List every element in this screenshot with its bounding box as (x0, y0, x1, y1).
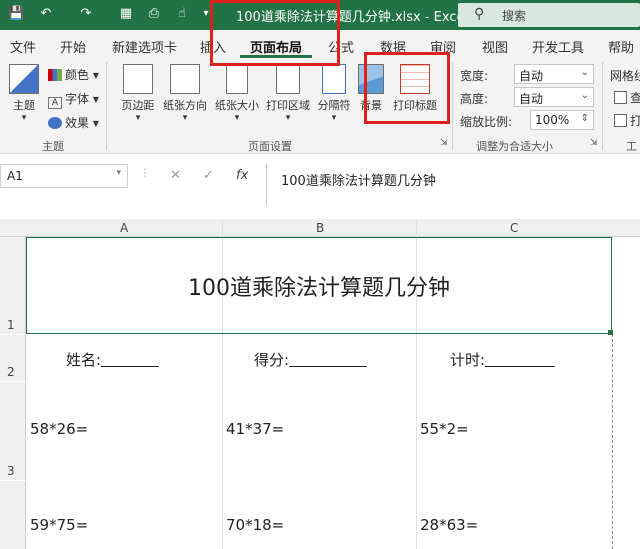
problem-cell[interactable]: 28*63= (420, 516, 478, 534)
page-setup-group-label: 页面设置 (248, 140, 292, 153)
group-separator (602, 62, 603, 150)
gridlines-label: 网格线 (610, 69, 640, 83)
column-header-b[interactable]: B (316, 221, 324, 235)
row-header-3[interactable]: 3 (0, 382, 26, 480)
problem-cell[interactable]: 70*18= (226, 516, 284, 534)
print-area-icon (276, 64, 300, 94)
print-area-button[interactable]: 打印区域 ▾ (264, 64, 312, 123)
search-icon: ⚲ (474, 6, 485, 22)
column-header-c[interactable]: C (510, 221, 518, 235)
undo-icon[interactable]: ↶ (38, 6, 54, 22)
size-icon (226, 64, 248, 94)
effects-button[interactable]: 效果 ▾ (48, 114, 99, 131)
tab-new-tab[interactable]: 新建选项卡 (112, 37, 177, 56)
gridlines-print-label: 打 (630, 114, 640, 128)
time-field[interactable]: 计时: (450, 349, 556, 370)
width-dropdown[interactable]: 自动 ⌄ (514, 64, 594, 84)
page-break-line (612, 334, 613, 549)
gridlines-print-checkbox[interactable] (614, 114, 627, 127)
tab-developer[interactable]: 开发工具 (532, 37, 584, 56)
problem-cell[interactable]: 41*37= (226, 420, 284, 438)
row-header-1[interactable]: 1 (0, 237, 26, 334)
score-field[interactable]: 得分: (254, 349, 368, 370)
margins-icon (123, 64, 153, 94)
breaks-icon (322, 64, 346, 94)
group-separator (106, 62, 107, 150)
chevron-down-icon: ⌄ (580, 90, 589, 101)
search-placeholder: 搜索 (502, 9, 527, 23)
redo-icon[interactable]: ↷ (78, 6, 94, 22)
themes-label: 主题 (13, 99, 35, 112)
gridlines-view-checkbox[interactable] (614, 91, 627, 104)
form-icon[interactable]: ▦ (118, 6, 134, 22)
formula-input[interactable]: 100道乘除法计算题几分钟 (266, 164, 640, 206)
tab-help[interactable]: 帮助 (608, 37, 634, 56)
orientation-icon (170, 64, 200, 94)
tab-home[interactable]: 开始 (60, 37, 86, 56)
group-separator (452, 62, 453, 150)
highlight-print-titles (364, 52, 450, 124)
column-headers: A B C (0, 219, 640, 237)
scale-group-label: 调整为合适大小 (476, 140, 553, 153)
size-button[interactable]: 纸张大小 ▾ (212, 64, 262, 123)
scale-input[interactable]: 100% ⇕ (530, 110, 594, 130)
highlight-page-layout (210, 0, 340, 66)
height-dropdown[interactable]: 自动 ⌄ (514, 87, 594, 107)
name-field[interactable]: 姓名: (66, 349, 160, 370)
gridlines-view-label: 查 (630, 91, 640, 105)
formula-bar: A1 ▾ ⋮ ✕ ✓ fx 100道乘除法计算题几分钟 (0, 160, 640, 206)
themes-button[interactable]: 主题 ▾ (6, 64, 42, 123)
colors-icon (48, 69, 62, 81)
column-header-a[interactable]: A (120, 221, 128, 235)
colors-button[interactable]: 颜色 ▾ (48, 66, 99, 83)
problem-cell[interactable]: 58*26= (30, 420, 88, 438)
sheet-title: 100道乘除法计算题几分钟 (188, 276, 450, 301)
touch-icon[interactable]: ☝ (174, 6, 190, 22)
problem-cell[interactable]: 59*75= (30, 516, 88, 534)
themes-group-label: 主题 (42, 140, 64, 153)
spin-icon: ⇕ (580, 113, 589, 124)
fill-handle[interactable] (608, 330, 613, 335)
enter-icon[interactable]: ✓ (203, 168, 214, 183)
cancel-icon[interactable]: ✕ (170, 168, 181, 183)
insert-function-button[interactable]: fx (236, 168, 248, 183)
print-preview-icon[interactable]: ⎙ (146, 6, 162, 22)
row-header-4[interactable] (0, 481, 26, 549)
sheet-options-group-label: 工 (626, 140, 637, 153)
orientation-button[interactable]: 纸张方向 ▾ (160, 64, 210, 123)
problem-cell[interactable]: 55*2= (420, 420, 469, 438)
scale-label: 缩放比例: (460, 115, 513, 129)
chevron-down-icon: ▾ (116, 168, 121, 178)
scale-launcher-icon[interactable]: ⇲ (590, 138, 598, 148)
more-icon: ⋮ (140, 168, 150, 179)
page-setup-launcher-icon[interactable]: ⇲ (440, 138, 448, 148)
row-header-2[interactable]: 2 (0, 335, 26, 381)
tab-view[interactable]: 视图 (482, 37, 508, 56)
chevron-down-icon: ⌄ (580, 67, 589, 78)
save-icon[interactable]: 💾 (8, 6, 24, 22)
fonts-icon: A (48, 97, 62, 109)
margins-button[interactable]: 页边距 ▾ (118, 64, 158, 123)
tab-file[interactable]: 文件 (10, 37, 36, 56)
height-label: 高度: (460, 92, 489, 106)
breaks-button[interactable]: 分隔符 ▾ (314, 64, 354, 123)
fonts-button[interactable]: A 字体 ▾ (48, 90, 99, 109)
effects-icon (48, 117, 62, 129)
name-box[interactable]: A1 ▾ (0, 164, 128, 188)
search-box[interactable]: ⚲ 搜索 (458, 3, 640, 27)
width-label: 宽度: (460, 69, 489, 83)
themes-icon (9, 64, 39, 94)
